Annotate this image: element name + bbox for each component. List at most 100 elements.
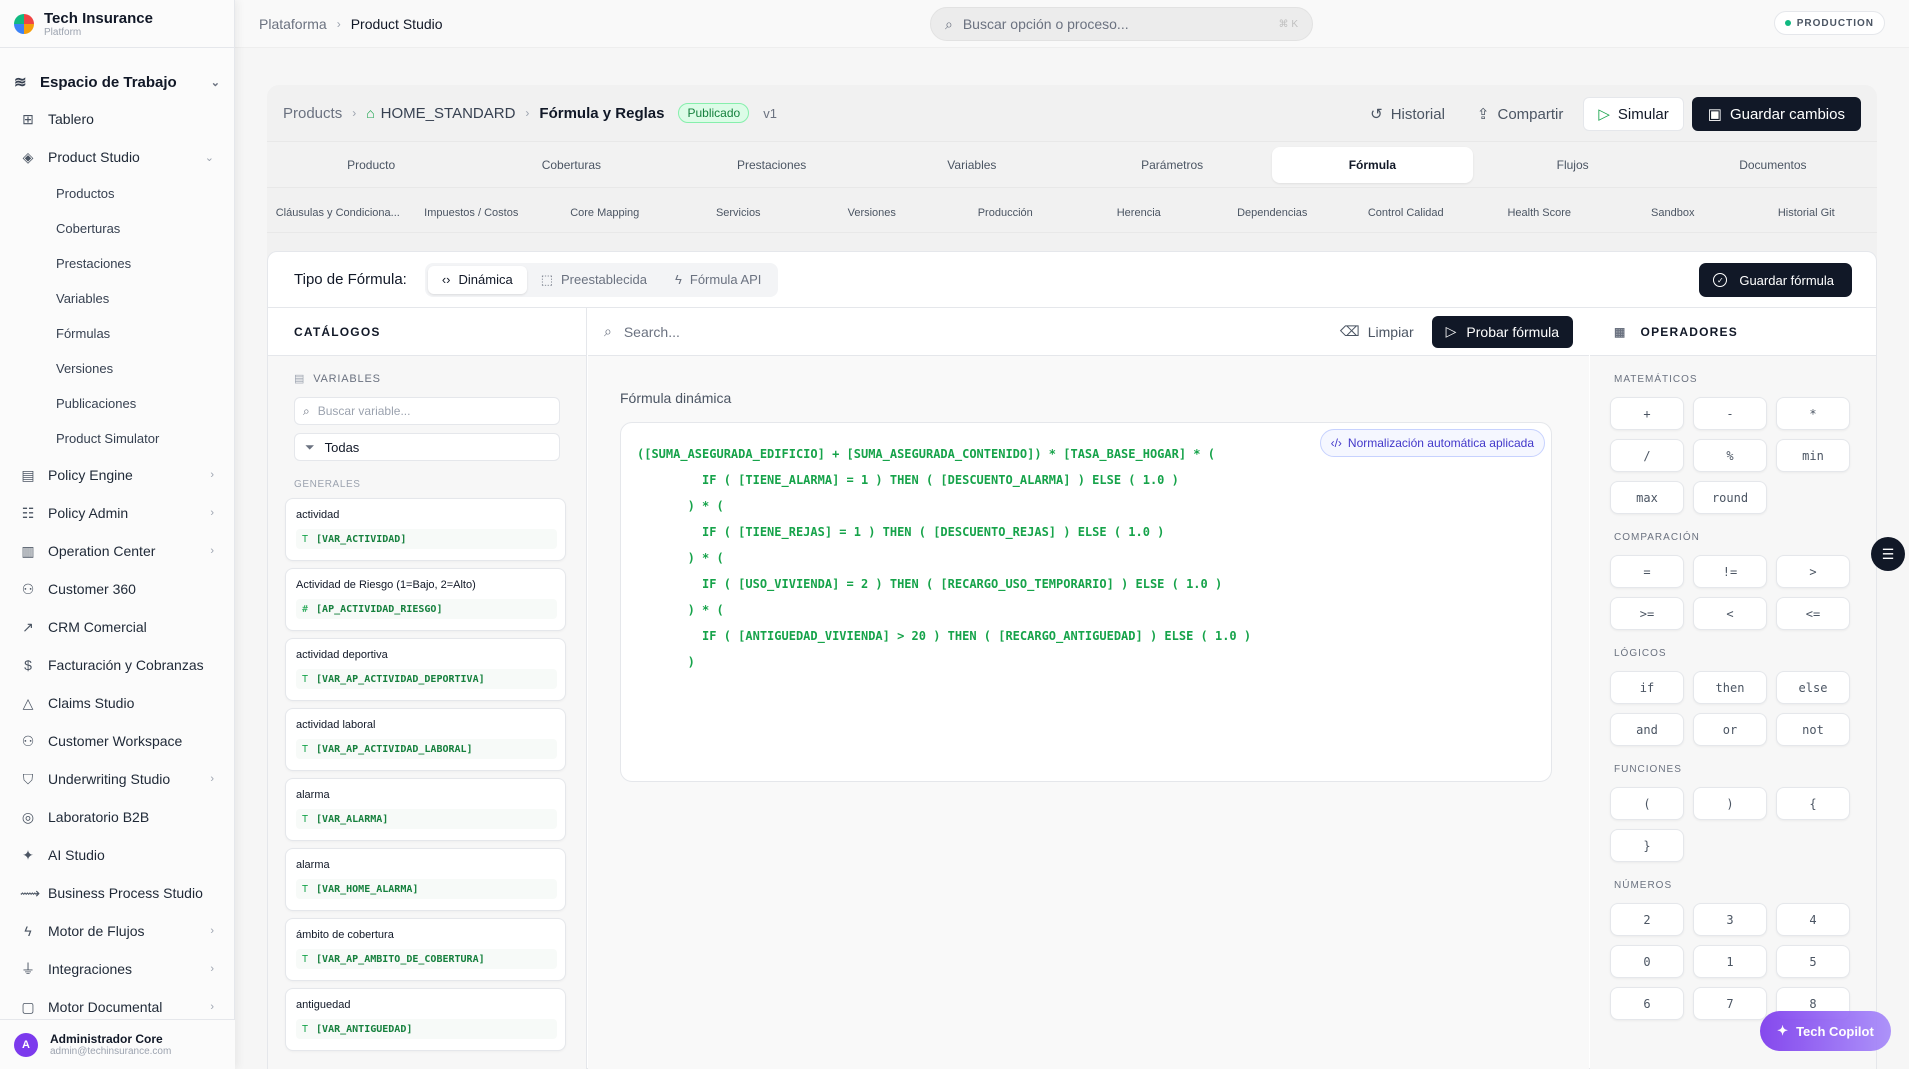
operator-button[interactable]: 4: [1776, 903, 1850, 936]
operator-button[interactable]: !=: [1693, 555, 1767, 588]
probar-formula-button[interactable]: ▷ Probar fórmula: [1431, 315, 1573, 348]
sidebar-subitem-coberturas[interactable]: Coberturas: [0, 211, 234, 246]
sidebar-subitem-productos[interactable]: Productos: [0, 176, 234, 211]
side-panel-toggle-icon[interactable]: ☰: [1871, 537, 1905, 571]
global-search-input[interactable]: ⌕ Buscar opción o proceso... ⌘ K: [930, 7, 1313, 41]
sidebar-subitem-f-rmulas[interactable]: Fórmulas: [0, 316, 234, 351]
subtab-servicios[interactable]: Servicios: [672, 207, 806, 219]
operator-button[interactable]: =: [1610, 555, 1684, 588]
variable-card[interactable]: actividad T [VAR_ACTIVIDAD]: [285, 498, 566, 561]
operator-button[interactable]: ): [1693, 787, 1767, 820]
tab-par-metros[interactable]: Parámetros: [1072, 147, 1272, 183]
operator-button[interactable]: %: [1693, 439, 1767, 472]
operator-button[interactable]: 1: [1693, 945, 1767, 978]
sidebar-item-motor-de-flujos[interactable]: ϟ Motor de Flujos ›: [0, 912, 234, 950]
formula-textarea[interactable]: ([SUMA_ASEGURADA_EDIFICIO] + [SUMA_ASEGU…: [620, 422, 1552, 782]
operator-button[interactable]: if: [1610, 671, 1684, 704]
sidebar-subitem-publicaciones[interactable]: Publicaciones: [0, 386, 234, 421]
operator-button[interactable]: +: [1610, 397, 1684, 430]
operator-button[interactable]: max: [1610, 481, 1684, 514]
sidebar-subitem-product-simulator[interactable]: Product Simulator: [0, 421, 234, 456]
variable-card[interactable]: actividad laboral T [VAR_AP_ACTIVIDAD_LABO…: [285, 708, 566, 771]
sidebar-item-customer-360[interactable]: ⚇ Customer 360: [0, 570, 234, 608]
operator-button[interactable]: <: [1693, 597, 1767, 630]
sidebar-item-operation-center[interactable]: ▥ Operation Center ›: [0, 532, 234, 570]
variable-card[interactable]: actividad deportiva T [VAR_AP_ACTIVIDAD_DE…: [285, 638, 566, 701]
breadcrumb-products[interactable]: Products: [283, 105, 342, 122]
variable-card[interactable]: Actividad de Riesgo (1=Bajo, 2=Alto) # [AP…: [285, 568, 566, 631]
operator-button[interactable]: <=: [1776, 597, 1850, 630]
simular-button[interactable]: ▷ Simular: [1583, 97, 1684, 131]
compartir-button[interactable]: ⇪ Compartir: [1465, 97, 1575, 131]
tab-documentos[interactable]: Documentos: [1673, 147, 1873, 183]
operator-button[interactable]: not: [1776, 713, 1850, 746]
sidebar-item-business-process-studio[interactable]: ⟿ Business Process Studio: [0, 874, 234, 912]
sidebar-subitem-versiones[interactable]: Versiones: [0, 351, 234, 386]
sidebar-item-ai-studio[interactable]: ✦ AI Studio: [0, 836, 234, 874]
tab-variables[interactable]: Variables: [872, 147, 1072, 183]
sidebar-item-customer-workspace[interactable]: ⚇ Customer Workspace: [0, 722, 234, 760]
sidebar-item-crm-comercial[interactable]: ↗ CRM Comercial: [0, 608, 234, 646]
operator-button[interactable]: {: [1776, 787, 1850, 820]
tech-copilot-button[interactable]: ✦ Tech Copilot: [1760, 1011, 1891, 1051]
brand[interactable]: Tech Insurance Platform: [0, 0, 234, 48]
guardar-formula-button[interactable]: ✓ Guardar fórmula: [1699, 263, 1852, 297]
subtab-herencia[interactable]: Herencia: [1072, 207, 1206, 219]
operator-button[interactable]: *: [1776, 397, 1850, 430]
variable-filter-select[interactable]: ⏷ Todas: [294, 433, 560, 461]
operator-button[interactable]: round: [1693, 481, 1767, 514]
sidebar-item-product-studio[interactable]: ◈ Product Studio ⌄: [0, 138, 234, 176]
editor-search-input[interactable]: Search...: [624, 324, 680, 340]
operator-button[interactable]: }: [1610, 829, 1684, 862]
limpiar-button[interactable]: ⌫ Limpiar: [1332, 323, 1422, 340]
subtab-impuestos-costos[interactable]: Impuestos / Costos: [405, 207, 539, 219]
tab-f-rmula[interactable]: Fórmula: [1272, 146, 1473, 183]
formula-type-preestablecida[interactable]: ⬚ Preestablecida: [527, 266, 661, 294]
sidebar-item-facturaci-n-y-cobranzas[interactable]: $ Facturación y Cobranzas: [0, 646, 234, 684]
subtab-control-calidad[interactable]: Control Calidad: [1339, 207, 1473, 219]
operator-button[interactable]: 3: [1693, 903, 1767, 936]
operator-button[interactable]: >=: [1610, 597, 1684, 630]
sidebar-subitem-prestaciones[interactable]: Prestaciones: [0, 246, 234, 281]
operator-button[interactable]: or: [1693, 713, 1767, 746]
operator-button[interactable]: 2: [1610, 903, 1684, 936]
subtab-health-score[interactable]: Health Score: [1473, 207, 1607, 219]
variable-card[interactable]: ámbito de cobertura T [VAR_AP_AMBITO_DE_CO…: [285, 918, 566, 981]
operator-button[interactable]: min: [1776, 439, 1850, 472]
workspace-toggle[interactable]: ≋ Espacio de Trabajo ⌄: [0, 64, 234, 100]
subtab-sandbox[interactable]: Sandbox: [1606, 207, 1740, 219]
sidebar-item-tablero[interactable]: ⊞ Tablero: [0, 100, 234, 138]
operator-button[interactable]: >: [1776, 555, 1850, 588]
variable-card[interactable]: alarma T [VAR_HOME_ALARMA]: [285, 848, 566, 911]
tab-prestaciones[interactable]: Prestaciones: [672, 147, 872, 183]
subtab-historial-git[interactable]: Historial Git: [1740, 207, 1874, 219]
tab-flujos[interactable]: Flujos: [1473, 147, 1673, 183]
sidebar-item-policy-engine[interactable]: ▤ Policy Engine ›: [0, 456, 234, 494]
guardar-cambios-button[interactable]: ▣ Guardar cambios: [1691, 97, 1861, 131]
operator-button[interactable]: else: [1776, 671, 1850, 704]
breadcrumb-plataforma[interactable]: Plataforma: [259, 16, 327, 32]
operator-button[interactable]: 6: [1610, 987, 1684, 1020]
breadcrumb-home-standard[interactable]: HOME_STANDARD: [381, 105, 516, 122]
sidebar-item-policy-admin[interactable]: ☷ Policy Admin ›: [0, 494, 234, 532]
formula-type-api[interactable]: ϟ Fórmula API: [661, 266, 775, 294]
subtab-core-mapping[interactable]: Core Mapping: [538, 207, 672, 219]
operator-button[interactable]: 7: [1693, 987, 1767, 1020]
variable-card[interactable]: antiguedad T [VAR_ANTIGUEDAD]: [285, 988, 566, 1051]
tab-coberturas[interactable]: Coberturas: [471, 147, 671, 183]
subtab-cl-usulas-y-condiciona-[interactable]: Cláusulas y Condiciona...: [271, 207, 405, 219]
formula-type-dinamica[interactable]: ‹› Dinámica: [427, 265, 527, 294]
tab-producto[interactable]: Producto: [271, 147, 471, 183]
subtab-producci-n[interactable]: Producción: [939, 207, 1073, 219]
sidebar-item-underwriting-studio[interactable]: ⛉ Underwriting Studio ›: [0, 760, 234, 798]
sidebar-item-claims-studio[interactable]: △ Claims Studio: [0, 684, 234, 722]
operator-button[interactable]: -: [1693, 397, 1767, 430]
operator-button[interactable]: (: [1610, 787, 1684, 820]
sidebar-subitem-variables[interactable]: Variables: [0, 281, 234, 316]
sidebar-item-laboratorio-b2b[interactable]: ◎ Laboratorio B2B: [0, 798, 234, 836]
operator-button[interactable]: 5: [1776, 945, 1850, 978]
subtab-versiones[interactable]: Versiones: [805, 207, 939, 219]
user-profile[interactable]: A Administrador Core admin@techinsurance…: [0, 1019, 235, 1069]
operator-button[interactable]: /: [1610, 439, 1684, 472]
variable-card[interactable]: alarma T [VAR_ALARMA]: [285, 778, 566, 841]
